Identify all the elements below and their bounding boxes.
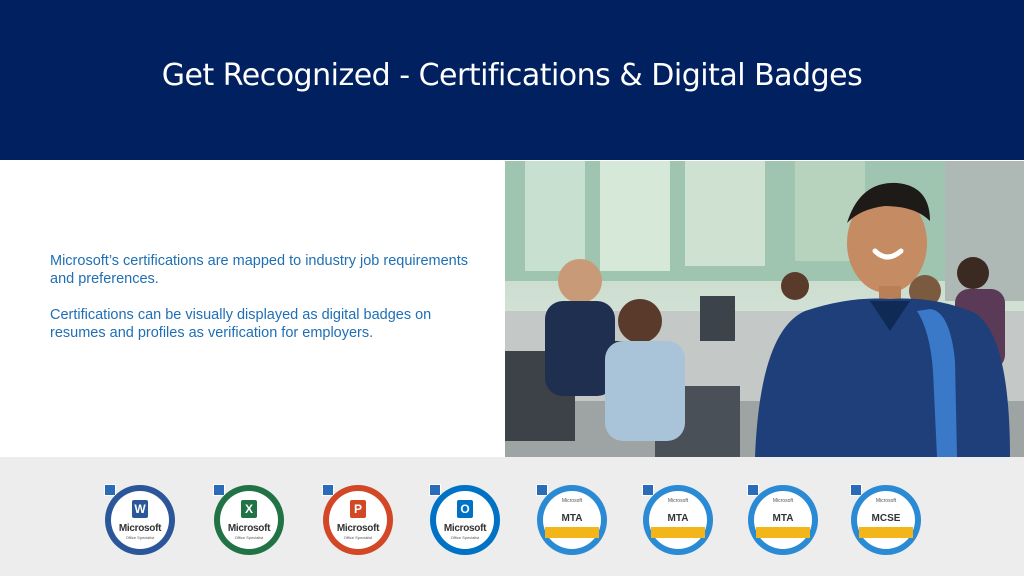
badge-brand: Microsoft — [227, 523, 271, 534]
badge-mos-word: W Microsoft Office Specialist — [104, 484, 176, 556]
paragraph-certifications-mapped: Microsoft’s certifications are mapped to… — [50, 253, 469, 287]
badge-brand: Microsoft — [118, 523, 162, 534]
badge-face: P Microsoft Office Specialist — [329, 491, 387, 549]
badge-corner-icon — [213, 484, 225, 496]
badge-cert-7: Microsoft MCSE — [850, 484, 922, 556]
powerpoint-icon: P — [350, 500, 366, 518]
badge-cert-code: MTA — [667, 513, 689, 524]
classroom-photo-illustration — [505, 161, 1024, 457]
badge-face: Microsoft MTA — [754, 491, 812, 549]
badge-ring: Microsoft MTA — [643, 485, 713, 555]
badge-mos-outlook: O Microsoft Office Specialist — [429, 484, 501, 556]
word-icon: W — [132, 500, 148, 518]
badge-corner-icon — [747, 484, 759, 496]
badge-band — [756, 527, 810, 538]
badge-cert-code: MCSE — [871, 513, 901, 524]
badge-corner-icon — [850, 484, 862, 496]
badge-face: W Microsoft Office Specialist — [111, 491, 169, 549]
classroom-photo — [505, 161, 1024, 457]
badge-band — [651, 527, 705, 538]
badge-corner-icon — [429, 484, 441, 496]
badge-ring: O Microsoft Office Specialist — [430, 485, 500, 555]
outlook-icon: O — [457, 500, 473, 518]
badge-ring: Microsoft MTA — [537, 485, 607, 555]
badge-face: Microsoft MTA — [543, 491, 601, 549]
badge-brand: Microsoft — [875, 498, 897, 504]
badge-cert-4: Microsoft MTA — [536, 484, 608, 556]
badge-face: Microsoft MCSE — [857, 491, 915, 549]
badge-ring: W Microsoft Office Specialist — [105, 485, 175, 555]
badge-subtitle: Office Specialist — [450, 535, 480, 540]
badge-ring: Microsoft MCSE — [851, 485, 921, 555]
excel-icon: X — [241, 500, 257, 518]
badge-mos-powerpoint: P Microsoft Office Specialist — [322, 484, 394, 556]
badge-corner-icon — [322, 484, 334, 496]
badge-corner-icon — [642, 484, 654, 496]
badge-brand: Microsoft — [772, 498, 794, 504]
badge-ring: Microsoft MTA — [748, 485, 818, 555]
badge-face: Microsoft MTA — [649, 491, 707, 549]
badge-cert-5: Microsoft MTA — [642, 484, 714, 556]
title-bar: Get Recognized - Certifications & Digita… — [0, 0, 1024, 160]
badge-brand: Microsoft — [336, 523, 380, 534]
badge-band — [859, 527, 913, 538]
badge-brand: Microsoft — [443, 523, 487, 534]
badge-ring: P Microsoft Office Specialist — [323, 485, 393, 555]
badge-mos-excel: X Microsoft Office Specialist — [213, 484, 285, 556]
badge-face: X Microsoft Office Specialist — [220, 491, 278, 549]
body-text: Microsoft’s certifications are mapped to… — [50, 252, 470, 360]
badge-face: O Microsoft Office Specialist — [436, 491, 494, 549]
paragraph-digital-badges: Certifications can be visually displayed… — [50, 307, 432, 341]
badge-brand: Microsoft — [667, 498, 689, 504]
badge-cert-6: Microsoft MTA — [747, 484, 819, 556]
badge-corner-icon — [536, 484, 548, 496]
badge-ring: X Microsoft Office Specialist — [214, 485, 284, 555]
badge-cert-code: MTA — [561, 513, 583, 524]
badge-corner-icon — [104, 484, 116, 496]
slide-title: Get Recognized - Certifications & Digita… — [161, 58, 863, 93]
badge-subtitle: Office Specialist — [125, 535, 155, 540]
badge-brand: Microsoft — [561, 498, 583, 504]
badge-cert-code: MTA — [772, 513, 794, 524]
badge-subtitle: Office Specialist — [343, 535, 373, 540]
badge-subtitle: Office Specialist — [234, 535, 264, 540]
badge-band — [545, 527, 599, 538]
